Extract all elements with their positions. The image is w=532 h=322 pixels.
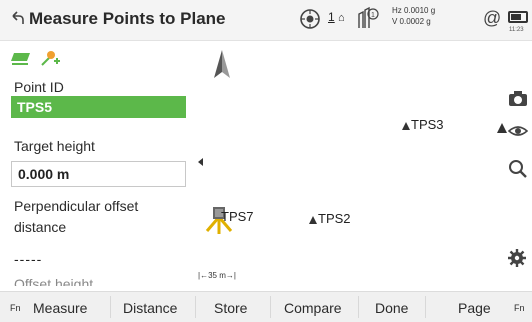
at-icon[interactable]: @ xyxy=(483,8,501,29)
point-marker-icon xyxy=(309,216,317,224)
battery-icon xyxy=(508,11,528,23)
prism-icon[interactable] xyxy=(298,4,322,36)
target-icon[interactable]: 1 xyxy=(352,4,380,36)
north-arrow-icon xyxy=(214,50,230,78)
title-bar: Measure Points to Plane 1 ⌂ 1 Hz 0.0010 … xyxy=(0,0,532,41)
softkey-separator xyxy=(425,296,426,318)
v-value: V 0.0002 g xyxy=(392,17,431,26)
measure-button[interactable]: Measure xyxy=(33,300,87,316)
target-height-input[interactable]: 0.000 m xyxy=(11,161,186,187)
clock: 11:23 xyxy=(509,27,524,33)
settings-icon[interactable] xyxy=(508,249,526,267)
camera-icon[interactable] xyxy=(508,91,528,107)
hz-value: Hz 0.0010 g xyxy=(392,6,436,15)
list-tab-icon[interactable] xyxy=(11,49,33,69)
softkey-separator xyxy=(270,296,271,318)
page-title: Measure Points to Plane xyxy=(29,9,226,28)
home-icon: ⌂ xyxy=(338,12,345,24)
map-point-label: TPS2 xyxy=(318,211,351,226)
fn-left-button[interactable]: Fn xyxy=(10,303,21,313)
distance-button[interactable]: Distance xyxy=(123,300,177,316)
scale-bar: |←35 m→| xyxy=(198,271,236,280)
map-point-tps2[interactable]: TPS2 xyxy=(309,211,351,226)
point-marker-icon xyxy=(402,122,410,130)
perp-offset-value: ----- xyxy=(14,251,43,267)
scale-label: 35 m xyxy=(208,271,226,280)
map-point-tps7[interactable]: TPS7 xyxy=(221,209,254,224)
perp-offset-label-line2: distance xyxy=(14,219,67,235)
visibility-icon[interactable] xyxy=(508,123,528,139)
page-button[interactable]: Page xyxy=(458,300,491,316)
store-button[interactable]: Store xyxy=(214,300,247,316)
back-icon[interactable] xyxy=(9,10,25,26)
map-point-tps3[interactable]: TPS3 xyxy=(402,117,444,132)
scale-bar-right-tick: →| xyxy=(225,271,236,280)
fn-right-button[interactable]: Fn xyxy=(514,303,525,313)
softkey-separator xyxy=(195,296,196,318)
map-point-label: TPS3 xyxy=(411,117,444,132)
scale-bar-left-tick: |← xyxy=(198,271,209,280)
point-id-label: Point ID xyxy=(14,79,64,95)
prism-status[interactable]: 1 ⌂ xyxy=(328,10,345,42)
collapse-panel-icon[interactable] xyxy=(198,158,203,166)
offset-height-label: Offset height xyxy=(14,276,94,286)
map-tab-icon[interactable] xyxy=(39,49,63,69)
softkey-separator xyxy=(358,296,359,318)
target-count: 1 xyxy=(371,12,375,19)
compare-button[interactable]: Compare xyxy=(284,300,342,316)
map-point-label: TPS7 xyxy=(221,209,254,224)
map-toolbar xyxy=(500,41,532,286)
softkey-bar: Fn Measure Distance Store Compare Done P… xyxy=(0,291,532,322)
softkey-separator xyxy=(110,296,111,318)
prism-count: 1 xyxy=(328,10,335,24)
point-form-panel: Point ID TPS5 Target height 0.000 m Perp… xyxy=(0,41,195,286)
target-height-label: Target height xyxy=(14,138,95,154)
search-icon[interactable] xyxy=(508,159,528,179)
angle-readout: Hz 0.0010 g V 0.0002 g xyxy=(392,5,435,27)
point-id-field[interactable]: TPS5 xyxy=(11,96,186,118)
perp-offset-label: Perpendicular offset xyxy=(14,198,139,214)
done-button[interactable]: Done xyxy=(375,300,408,316)
